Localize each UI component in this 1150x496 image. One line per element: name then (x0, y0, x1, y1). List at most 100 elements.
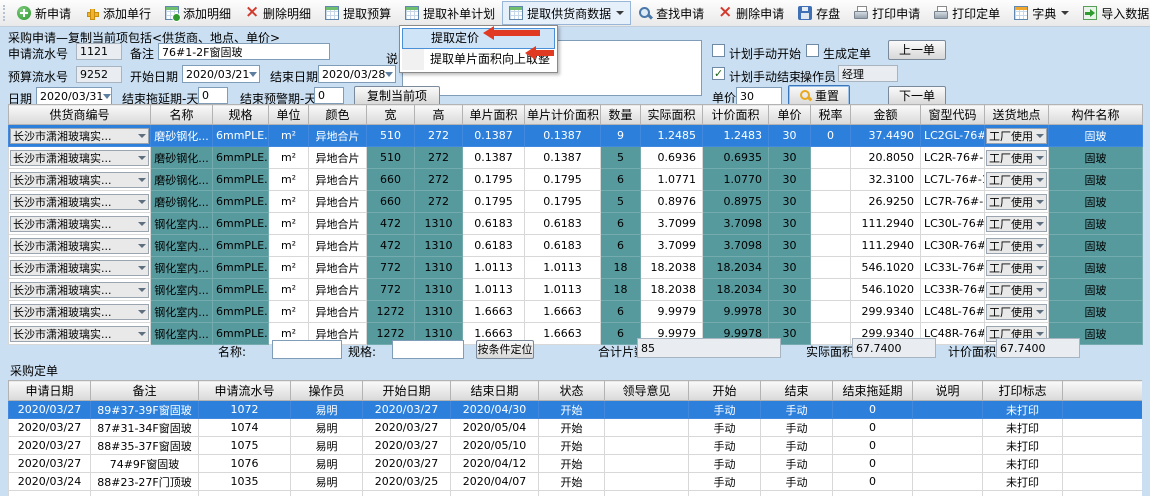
table-cell[interactable]: 3.7098 (703, 213, 769, 235)
table-cell[interactable]: 固玻 (1049, 147, 1143, 169)
end-date-combo[interactable]: 2020/03/28 (318, 65, 396, 83)
column-header[interactable]: 结束 (761, 381, 833, 401)
table-cell[interactable]: 易明 (291, 455, 363, 473)
table-cell[interactable]: 工厂使用 (985, 213, 1049, 235)
table-cell[interactable]: 0.1795 (525, 169, 601, 191)
table-row[interactable]: 长沙市潇湘玻璃实...磨砂钢化...6mmPLE...m²异地合片5102720… (9, 147, 1143, 169)
table-cell[interactable]: 6 (601, 323, 641, 345)
table-cell[interactable]: LC2GL-76#... (921, 125, 985, 147)
table-cell[interactable]: 2020/03/24 (9, 473, 91, 491)
table-cell[interactable]: 磨砂钢化... (151, 191, 213, 213)
table-cell[interactable]: 2020/03/27 (363, 419, 451, 437)
manual-start-checkbox[interactable] (712, 44, 725, 57)
cell-combo[interactable]: 长沙市潇湘玻璃实... (10, 304, 149, 320)
table-cell[interactable]: 272 (415, 147, 463, 169)
table-cell[interactable]: 未打印 (983, 473, 1063, 491)
table-cell[interactable]: 0 (833, 437, 913, 455)
cell-combo[interactable]: 长沙市潇湘玻璃实... (10, 282, 149, 298)
table-cell[interactable]: 1310 (415, 213, 463, 235)
table-cell[interactable]: 87#31-34F窗固玻 (91, 419, 199, 437)
warn-days-input[interactable] (314, 87, 344, 104)
table-cell[interactable]: 0.1795 (463, 169, 525, 191)
cell-combo[interactable]: 长沙市潇湘玻璃实... (10, 326, 149, 342)
table-cell[interactable]: 2020/04/12 (451, 455, 539, 473)
table-cell[interactable]: 9.9978 (703, 301, 769, 323)
table-cell[interactable]: 手动 (761, 473, 833, 491)
table-cell[interactable]: 1.2485 (641, 125, 703, 147)
table-cell[interactable]: 0.6183 (525, 235, 601, 257)
table-cell[interactable] (811, 279, 851, 301)
toolbar-new-application-button[interactable]: 新申请 (10, 1, 78, 25)
table-cell[interactable]: 异地合片 (309, 191, 367, 213)
table-cell[interactable]: 32.3100 (851, 169, 921, 191)
table-cell[interactable] (605, 437, 689, 455)
table-cell[interactable]: 异地合片 (309, 169, 367, 191)
cell-combo[interactable]: 长沙市潇湘玻璃实... (10, 172, 149, 188)
table-cell[interactable]: 6mmPLE... (213, 169, 269, 191)
table-row[interactable]: 2020/03/2488#23-27F门顶玻1035易明2020/03/2520… (9, 473, 1143, 491)
table-cell[interactable]: 钢化室内... (151, 257, 213, 279)
table-cell[interactable]: 6mmPLE... (213, 323, 269, 345)
table-cell[interactable]: m² (269, 125, 309, 147)
table-row[interactable]: 长沙市潇湘玻璃实...磨砂钢化...6mmPLE...m²异地合片5102720… (9, 125, 1143, 147)
toolbar-print-application-button[interactable]: 打印申请 (847, 1, 927, 25)
column-header[interactable]: 领导意见 (605, 381, 689, 401)
cell-combo[interactable]: 长沙市潇湘玻璃实... (10, 216, 149, 232)
table-cell[interactable] (913, 401, 983, 419)
table-row[interactable]: 2020/03/2788#35-37F窗固玻1075易明2020/03/2720… (9, 437, 1143, 455)
table-cell[interactable] (811, 213, 851, 235)
table-cell[interactable]: 手动 (761, 419, 833, 437)
table-cell[interactable]: 0.6183 (525, 213, 601, 235)
table-cell[interactable]: 钢化室内... (151, 279, 213, 301)
table-cell[interactable]: 异地合片 (309, 235, 367, 257)
table-cell[interactable]: 手动 (689, 419, 761, 437)
table-cell[interactable]: 30 (769, 279, 811, 301)
column-header[interactable]: 单价 (769, 105, 811, 125)
table-cell[interactable]: 固玻 (1049, 125, 1143, 147)
table-cell[interactable]: 工厂使用 (985, 257, 1049, 279)
column-header[interactable]: 结束拖延期 (833, 381, 913, 401)
table-cell[interactable]: 长沙市潇湘玻璃实... (9, 169, 151, 191)
table-cell[interactable]: 长沙市潇湘玻璃实... (9, 191, 151, 213)
column-header[interactable]: 送货地点 (985, 105, 1049, 125)
table-cell[interactable]: 6mmPLE... (213, 301, 269, 323)
table-cell[interactable]: 2020/04/07 (451, 473, 539, 491)
table-row[interactable]: 长沙市潇湘玻璃实...钢化室内...6mmPLE...m²异地合片7721310… (9, 279, 1143, 301)
table-cell[interactable]: 长沙市潇湘玻璃实... (9, 301, 151, 323)
table-cell[interactable] (605, 419, 689, 437)
generate-order-checkbox[interactable] (806, 44, 819, 57)
table-cell[interactable]: 工厂使用 (985, 125, 1049, 147)
table-cell[interactable]: 固玻 (1049, 279, 1143, 301)
table-cell[interactable] (605, 455, 689, 473)
table-cell[interactable]: 272 (415, 191, 463, 213)
table-cell[interactable] (811, 301, 851, 323)
table-cell[interactable]: 钢化室内... (151, 235, 213, 257)
toolbar-delete-detail-button[interactable]: 删除明细 (238, 1, 318, 25)
table-cell[interactable]: 2020/04/30 (451, 401, 539, 419)
table-cell[interactable]: 0.6183 (463, 235, 525, 257)
table-cell[interactable]: 3.7098 (703, 235, 769, 257)
table-cell[interactable]: 长沙市潇湘玻璃实... (9, 323, 151, 345)
cell-combo[interactable]: 长沙市潇湘玻璃实... (10, 260, 149, 276)
manual-end-checkbox[interactable] (712, 67, 725, 80)
table-cell[interactable]: 未打印 (983, 437, 1063, 455)
table-cell[interactable]: 5 (601, 147, 641, 169)
table-cell[interactable]: 易明 (291, 401, 363, 419)
table-cell[interactable]: 6mmPLE... (213, 279, 269, 301)
table-cell[interactable]: 30 (769, 125, 811, 147)
operator-input[interactable] (838, 65, 898, 82)
table-cell[interactable]: 异地合片 (309, 301, 367, 323)
table-cell[interactable]: 固玻 (1049, 301, 1143, 323)
table-cell[interactable]: 111.2940 (851, 213, 921, 235)
column-header[interactable]: 名称 (151, 105, 213, 125)
table-row[interactable]: 2020/03/2789#37-39F窗固玻1072易明2020/03/2720… (9, 401, 1143, 419)
table-cell[interactable]: 长沙市潇湘玻璃实... (9, 213, 151, 235)
table-cell[interactable]: 1.6663 (463, 301, 525, 323)
table-cell[interactable]: 6mmPLE... (213, 125, 269, 147)
table-cell[interactable]: 30 (769, 235, 811, 257)
table-cell[interactable]: 钢化室内... (151, 301, 213, 323)
table-cell[interactable]: 472 (367, 213, 415, 235)
unit-price-input[interactable] (736, 87, 782, 105)
table-cell[interactable]: 手动 (761, 437, 833, 455)
table-cell[interactable]: 0.1387 (525, 125, 601, 147)
